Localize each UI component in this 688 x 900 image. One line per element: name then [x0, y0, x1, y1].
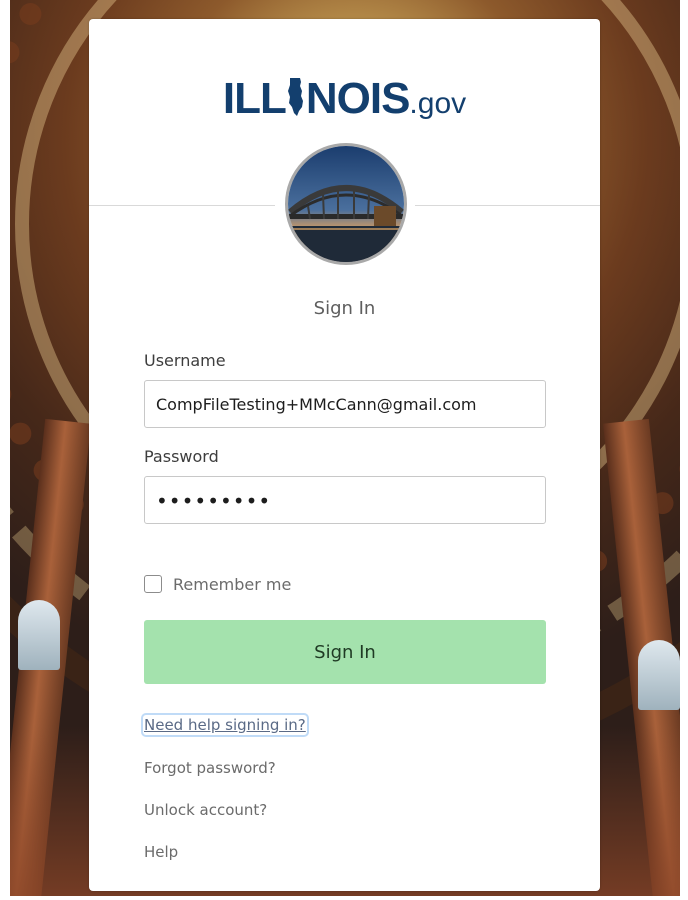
sign-in-card: ILL NOIS.gov Sign In Username CompFileTe… [89, 19, 600, 891]
divider-left [89, 205, 275, 206]
username-label: Username [144, 351, 226, 370]
username-input[interactable]: CompFileTesting+MMcCann@gmail.com [144, 380, 546, 428]
forgot-password-link[interactable]: Forgot password? [144, 759, 276, 777]
illinois-state-icon [287, 78, 303, 116]
remember-me-label[interactable]: Remember me [173, 575, 291, 594]
password-input[interactable]: ••••••••• [144, 476, 546, 524]
remember-me-checkbox[interactable] [144, 575, 162, 593]
password-label: Password [144, 447, 219, 466]
sign-in-button[interactable]: Sign In [144, 620, 546, 684]
divider-right [415, 205, 600, 206]
unlock-account-link[interactable]: Unlock account? [144, 801, 267, 819]
page-title: Sign In [313, 298, 376, 319]
need-help-link[interactable]: Need help signing in? [141, 713, 309, 737]
remember-me-row[interactable]: Remember me [144, 573, 291, 595]
bridge-avatar-image [285, 143, 407, 265]
help-link[interactable]: Help [144, 843, 178, 861]
logo-suffix: .gov [409, 87, 467, 120]
illinois-gov-logo: ILL NOIS.gov [89, 74, 600, 134]
logo-text-left: ILL [222, 74, 287, 123]
logo-text-right: NOIS [305, 74, 411, 123]
